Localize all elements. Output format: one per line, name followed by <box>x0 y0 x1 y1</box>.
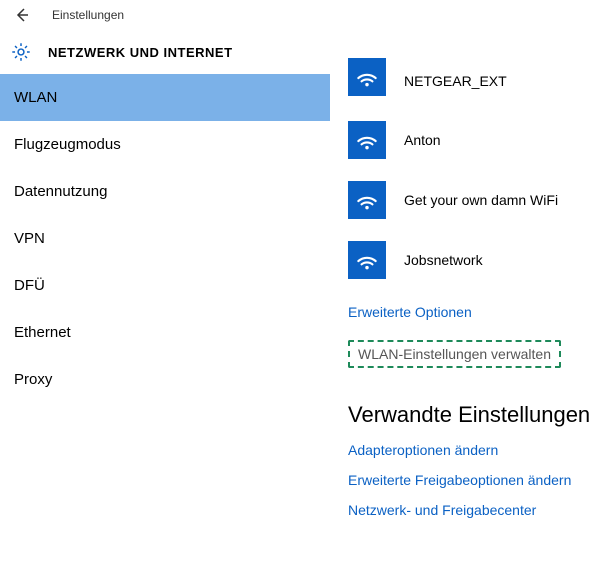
sidebar-item-flugzeugmodus[interactable]: Flugzeugmodus <box>0 121 330 168</box>
wifi-icon <box>348 181 386 219</box>
arrow-left-icon <box>14 7 30 23</box>
wifi-network-item[interactable]: Get your own damn WiFi <box>348 170 604 230</box>
wifi-network-name: NETGEAR_EXT <box>404 74 507 88</box>
sidebar-item-label: Datennutzung <box>14 183 107 200</box>
related-link-network-center[interactable]: Netzwerk- und Freigabecenter <box>348 502 604 518</box>
gear-icon <box>10 41 32 63</box>
window-title: Einstellungen <box>52 8 124 22</box>
sidebar-item-ethernet[interactable]: Ethernet <box>0 309 330 356</box>
sidebar-item-label: DFÜ <box>14 277 45 294</box>
wifi-network-name: Anton <box>404 132 441 148</box>
section-header: NETZWERK UND INTERNET <box>0 30 604 74</box>
manage-wlan-settings-link[interactable]: WLAN-Einstellungen verwalten <box>348 340 561 368</box>
sidebar-item-vpn[interactable]: VPN <box>0 215 330 262</box>
sidebar-item-wlan[interactable]: WLAN <box>0 74 330 121</box>
back-button[interactable] <box>10 3 34 27</box>
wifi-icon <box>348 58 386 96</box>
sidebar-item-label: WLAN <box>14 89 57 106</box>
section-title: NETZWERK UND INTERNET <box>48 45 233 60</box>
wifi-network-item[interactable]: Jobsnetwork <box>348 230 604 290</box>
sidebar-item-proxy[interactable]: Proxy <box>0 356 330 403</box>
related-link-sharing-options[interactable]: Erweiterte Freigabeoptionen ändern <box>348 472 604 488</box>
wifi-network-name: Jobsnetwork <box>404 252 483 268</box>
sidebar-item-label: Proxy <box>14 371 52 388</box>
sidebar-item-dfu[interactable]: DFÜ <box>0 262 330 309</box>
sidebar-item-datennutzung[interactable]: Datennutzung <box>0 168 330 215</box>
wifi-network-item[interactable]: Anton <box>348 110 604 170</box>
sidebar-item-label: Ethernet <box>14 324 71 341</box>
wifi-icon <box>348 241 386 279</box>
advanced-options-link[interactable]: Erweiterte Optionen <box>348 304 604 320</box>
sidebar: WLAN Flugzeugmodus Datennutzung VPN DFÜ … <box>0 74 330 566</box>
wifi-network-item[interactable]: NETGEAR_EXT <box>348 74 604 110</box>
content-pane: NETGEAR_EXT Anton <box>330 74 604 566</box>
wifi-network-name: Get your own damn WiFi <box>404 192 558 208</box>
related-settings-heading: Verwandte Einstellungen <box>348 402 604 428</box>
wifi-icon <box>348 121 386 159</box>
related-link-adapter-options[interactable]: Adapteroptionen ändern <box>348 442 604 458</box>
titlebar: Einstellungen <box>0 0 604 30</box>
sidebar-item-label: Flugzeugmodus <box>14 136 121 153</box>
sidebar-item-label: VPN <box>14 230 45 247</box>
